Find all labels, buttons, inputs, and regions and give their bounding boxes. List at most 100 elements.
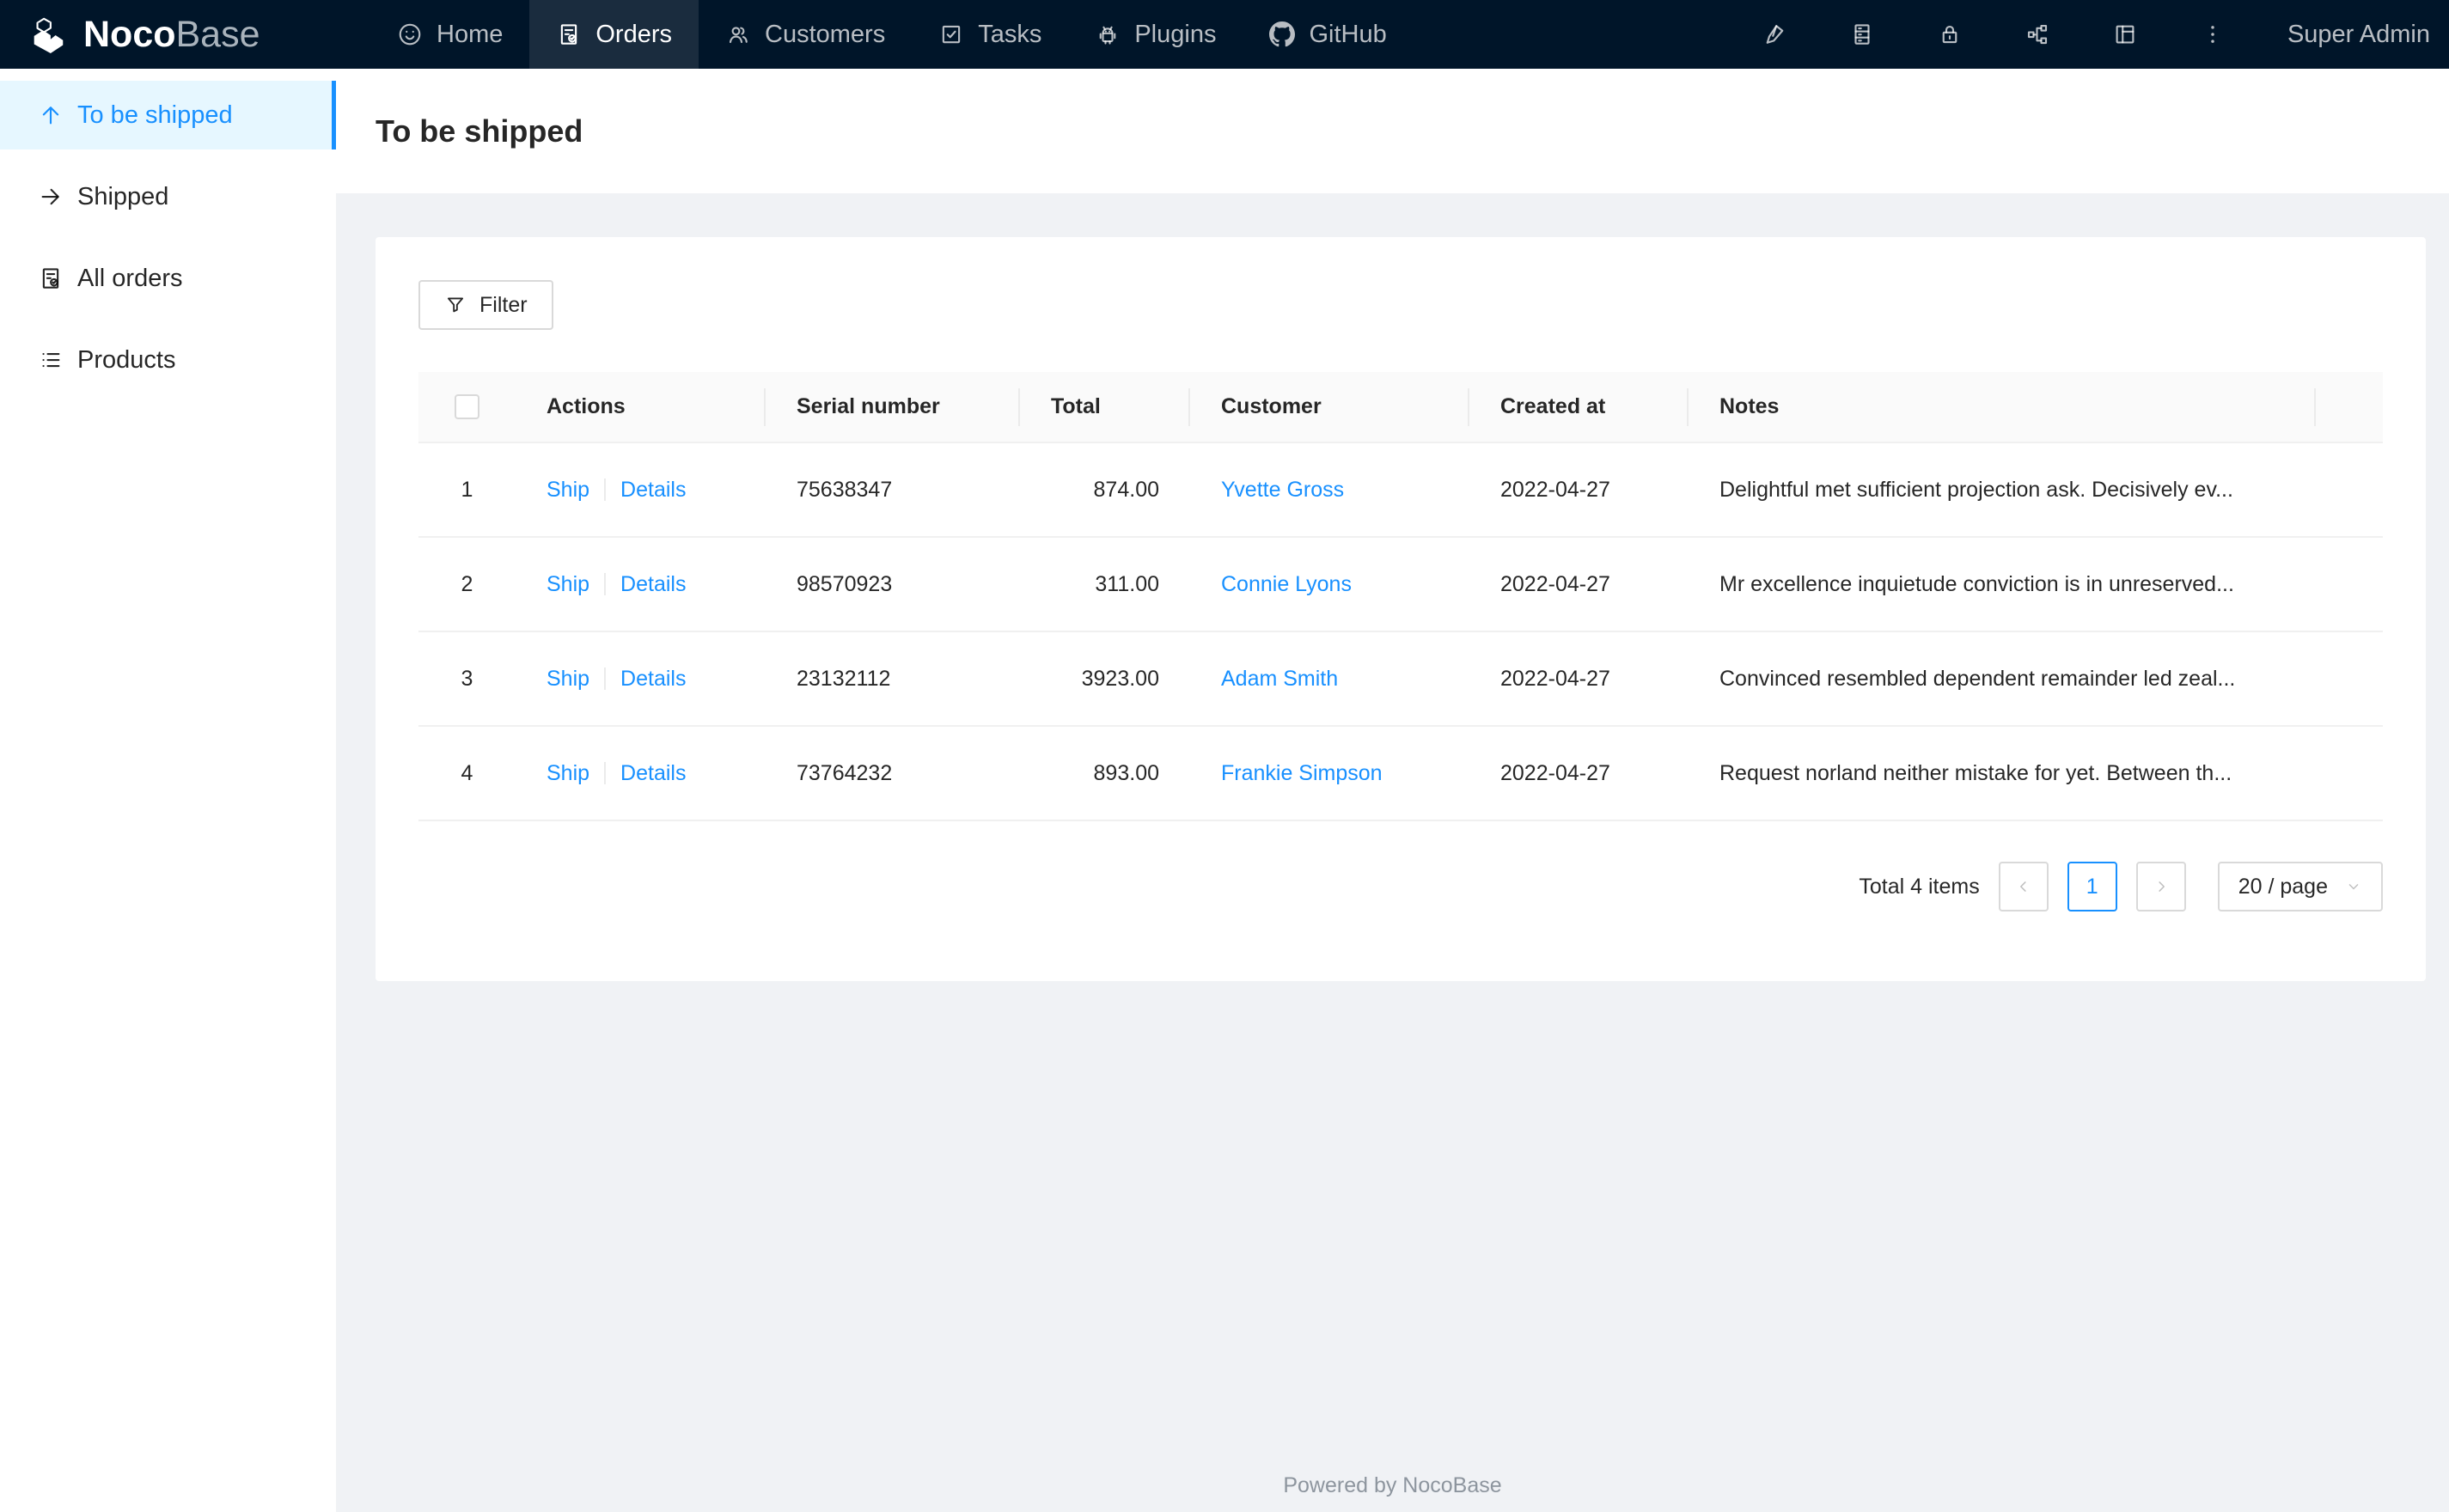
main-menu: Home Orders Customers Tasks Plugins GitH… (370, 0, 1414, 69)
table-header-row: Actions Serial number Total Customer Cre… (418, 372, 2383, 443)
customer-link[interactable]: Connie Lyons (1221, 572, 1352, 596)
nocobase-logo[interactable]: NocoBase (0, 0, 322, 69)
nav-item-plugins[interactable]: Plugins (1068, 0, 1243, 69)
pagination-next-button[interactable] (2135, 862, 2186, 911)
customer-cell: Connie Lyons (1190, 537, 1469, 632)
row-index: 4 (418, 726, 516, 821)
customer-cell: Adam Smith (1190, 631, 1469, 727)
sidebar-item-label: All orders (77, 264, 183, 292)
sidebar-item-all-orders[interactable]: All orders (0, 244, 336, 313)
filter-button-label: Filter (479, 292, 528, 317)
nav-item-github[interactable]: GitHub (1243, 0, 1413, 69)
arrow-right-icon (41, 188, 59, 205)
page-header: To be shipped (336, 69, 2449, 193)
filter-icon (447, 297, 464, 313)
column-header-total: Total (1020, 372, 1190, 443)
sidebar-item-to-be-shipped[interactable]: To be shipped (0, 81, 336, 149)
logo-noco: Noco (83, 13, 176, 55)
column-header-filler (2316, 372, 2383, 443)
orders-card: Filter Actions Serial number Total Custo… (376, 237, 2426, 981)
action-divider (604, 761, 607, 784)
powered-by-footer: Powered by NocoBase (1283, 1473, 1502, 1497)
page-title: To be shipped (376, 113, 583, 149)
details-link[interactable]: Details (620, 761, 686, 785)
nav-item-tasks[interactable]: Tasks (912, 0, 1068, 69)
apartment-icon[interactable] (2025, 21, 2050, 47)
logo-text: NocoBase (83, 14, 260, 56)
nav-item-home[interactable]: Home (370, 0, 529, 69)
row-index: 1 (418, 442, 516, 538)
ship-link[interactable]: Ship (547, 572, 589, 596)
navbar-right: Super Admin (1762, 0, 2449, 69)
column-header-customer: Customer (1190, 372, 1469, 443)
page-size-select[interactable]: 20 / page (2217, 862, 2383, 911)
actions-cell: Ship Details (516, 442, 766, 538)
created-at-cell: 2022-04-27 (1469, 442, 1689, 538)
ship-link[interactable]: Ship (547, 761, 589, 785)
table-row: 3 Ship Details 23132112 3923.00 Adam Smit… (418, 631, 2383, 727)
nav-item-customers[interactable]: Customers (699, 0, 912, 69)
chevron-down-icon (2348, 884, 2359, 890)
ellipsis-icon[interactable] (2200, 21, 2226, 47)
serial-number-cell: 98570923 (766, 537, 1020, 632)
filter-button[interactable]: Filter (418, 280, 553, 330)
nav-item-label: Orders (595, 20, 672, 48)
serial-number-cell: 75638347 (766, 442, 1020, 538)
details-link[interactable]: Details (620, 478, 686, 502)
column-header-created-at: Created at (1469, 372, 1689, 443)
orders-table: Actions Serial number Total Customer Cre… (418, 372, 2383, 821)
created-at-cell: 2022-04-27 (1469, 537, 1689, 632)
user-name[interactable]: Super Admin (2287, 21, 2430, 49)
customer-cell: Frankie Simpson (1190, 726, 1469, 821)
total-cell: 3923.00 (1020, 631, 1190, 727)
nav-item-orders[interactable]: Orders (529, 0, 699, 69)
select-all-header (418, 372, 516, 443)
row-index: 3 (418, 631, 516, 727)
nav-item-label: Customers (765, 20, 886, 48)
ship-link[interactable]: Ship (547, 478, 589, 502)
sidebar-item-products[interactable]: Products (0, 326, 336, 394)
github-icon (1269, 21, 1296, 47)
customer-link[interactable]: Adam Smith (1221, 667, 1338, 691)
filler-cell (2316, 631, 2383, 727)
notes-cell: Mr excellence inquietude conviction is i… (1689, 537, 2316, 632)
customer-link[interactable]: Yvette Gross (1221, 478, 1344, 502)
column-header-serial-number: Serial number (766, 372, 1020, 443)
pagination-page-1[interactable]: 1 (2067, 862, 2117, 911)
pagination-total: Total 4 items (1859, 874, 1980, 899)
pagination-prev-button[interactable] (1998, 862, 2049, 911)
highlighter-icon[interactable] (1762, 21, 1787, 47)
sidebar-item-label: To be shipped (77, 101, 233, 129)
column-header-actions: Actions (516, 372, 766, 443)
select-all-checkbox[interactable] (455, 394, 479, 420)
filler-cell (2316, 726, 2383, 821)
nav-item-label: GitHub (1309, 20, 1387, 48)
details-link[interactable]: Details (620, 572, 686, 596)
serial-number-cell: 73764232 (766, 726, 1020, 821)
database-icon[interactable] (1849, 21, 1875, 47)
layout-icon[interactable] (2112, 21, 2138, 47)
sidebar: To be shipped Shipped All orders Product… (0, 69, 336, 1512)
logo-base: Base (175, 13, 260, 55)
actions-cell: Ship Details (516, 726, 766, 821)
customer-link[interactable]: Frankie Simpson (1221, 761, 1383, 785)
nav-item-label: Home (437, 20, 504, 48)
smile-icon (399, 23, 421, 46)
ship-link[interactable]: Ship (547, 667, 589, 691)
customer-cell: Yvette Gross (1190, 442, 1469, 538)
check-square-icon (943, 25, 961, 44)
team-icon (729, 27, 748, 44)
sidebar-item-shipped[interactable]: Shipped (0, 162, 336, 231)
page-size-value: 20 / page (2238, 874, 2328, 899)
action-divider (604, 572, 607, 595)
content-area: Filter Actions Serial number Total Custo… (336, 193, 2449, 1512)
details-link[interactable]: Details (620, 667, 686, 691)
notes-cell: Delightful met sufficient projection ask… (1689, 442, 2316, 538)
table-row: 2 Ship Details 98570923 311.00 Connie Lyo… (418, 537, 2383, 632)
file-done-icon (561, 24, 577, 45)
actions-cell: Ship Details (516, 631, 766, 727)
lock-icon[interactable] (1937, 21, 1963, 47)
list-icon (42, 352, 60, 368)
arrow-up-icon (42, 107, 59, 125)
created-at-cell: 2022-04-27 (1469, 726, 1689, 821)
